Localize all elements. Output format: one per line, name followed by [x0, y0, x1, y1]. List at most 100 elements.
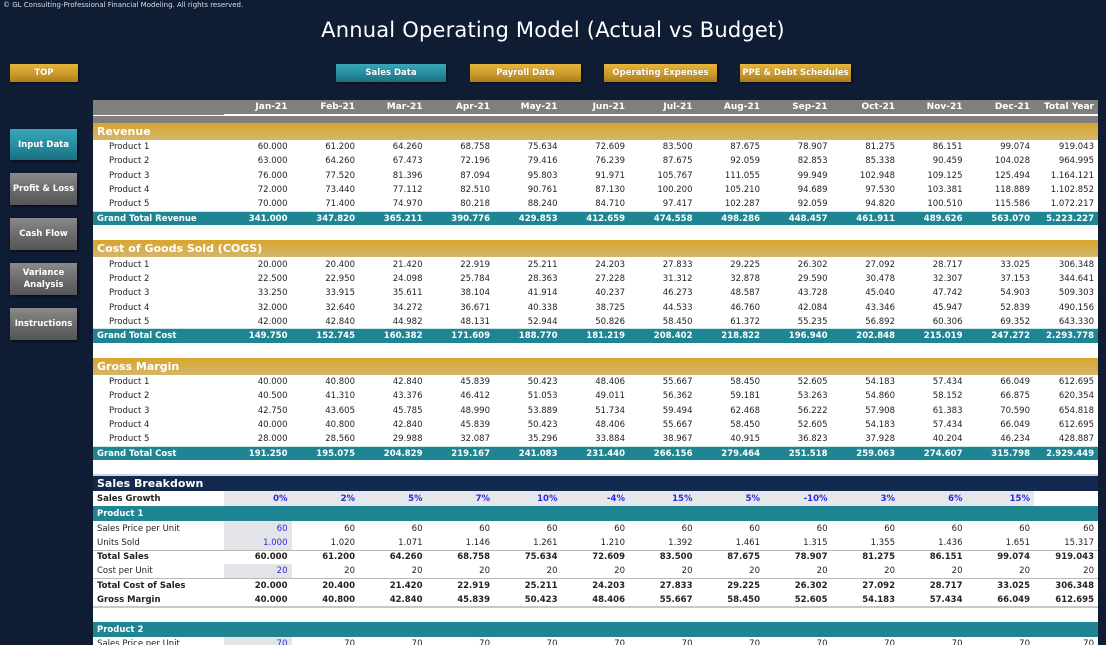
value-cell: 61.200 [325, 142, 355, 153]
growth-input[interactable]: 0% [224, 491, 292, 507]
tab-ppe-debt-schedules[interactable]: PPE & Debt Schedules [740, 64, 851, 82]
growth-input[interactable]: -4% [561, 491, 629, 507]
value-cell: 57.434 [932, 377, 963, 388]
tab-payroll-data[interactable]: Payroll Data [470, 64, 581, 82]
value-cell: 97.417 [662, 199, 693, 210]
value-cell: 82.853 [797, 156, 828, 167]
value-cell: 620.354 [1058, 391, 1094, 402]
input-cell[interactable]: 60 [224, 521, 292, 536]
value-cell: 60 [1083, 523, 1094, 534]
sidebar-item-input-data[interactable]: Input Data [10, 129, 77, 160]
value-cell: 29.225 [696, 578, 764, 593]
value-cell: 45.839 [460, 420, 490, 430]
value-cell: 42.840 [392, 420, 423, 430]
product1-header: Product 1 [93, 506, 1098, 522]
value-cell: 51.734 [595, 405, 625, 416]
spacer [93, 460, 1098, 476]
growth-input[interactable]: 7% [426, 491, 494, 507]
total-cell: 219.167 [426, 445, 494, 461]
value-cell: 58.450 [730, 377, 760, 388]
total-cell: 196.940 [764, 328, 832, 343]
sidebar-item-instructions[interactable]: Instructions [10, 308, 77, 340]
growth-input[interactable]: 2% [291, 491, 359, 507]
value-cell: 95.803 [527, 170, 558, 181]
value-cell: 45.040 [865, 288, 895, 299]
value-cell: 87.675 [730, 142, 760, 153]
row-label: Product 2 [109, 156, 150, 167]
value-cell: 60 [479, 523, 490, 534]
growth-input[interactable]: 15% [966, 491, 1034, 507]
column-header: Apr-21 [426, 100, 494, 116]
value-cell: 70 [344, 639, 355, 645]
input-cell[interactable]: 70 [224, 637, 292, 645]
growth-input[interactable]: 5% [359, 491, 427, 507]
product1-cost-unit-row: Cost per Unit 20 20 20 20 20 20 20 20 20 20 20 20 20 [93, 564, 1098, 579]
value-cell: 1.146 [465, 537, 490, 548]
value-cell: 66.049 [1000, 420, 1030, 430]
growth-input[interactable]: 15% [629, 491, 697, 507]
value-cell: 43.376 [392, 391, 423, 402]
column-header: Oct-21 [831, 100, 899, 116]
tab-operating-expenses[interactable]: Operating Expenses [604, 64, 717, 82]
value-cell: 21.420 [359, 578, 427, 593]
total-cell: 341.000 [224, 210, 292, 226]
sidebar-item-variance-analysis[interactable]: Variance Analysis [10, 263, 77, 295]
cogs-row: Product 2 22.500 22.950 24.098 25.784 28.363 2… [93, 272, 1098, 286]
value-cell: 37.928 [865, 434, 895, 445]
value-cell: 40.204 [932, 434, 963, 445]
value-cell: 27.092 [865, 259, 895, 270]
sidebar-item-profit-loss[interactable]: Profit & Loss [10, 173, 77, 205]
value-cell: 24.203 [561, 578, 629, 593]
value-cell: 22.500 [257, 273, 288, 284]
value-cell: 20.000 [224, 578, 292, 593]
total-cell: 448.457 [764, 210, 832, 226]
value-cell: 612.695 [1034, 592, 1098, 609]
column-header: Aug-21 [696, 100, 764, 116]
value-cell: 509.303 [1058, 288, 1094, 299]
value-cell: 29.225 [730, 259, 760, 270]
total-cell: 266.156 [629, 445, 697, 461]
value-cell: 20 [546, 566, 558, 577]
value-cell: 31.312 [662, 273, 693, 284]
value-cell: 22.919 [426, 578, 494, 593]
value-cell: 77.520 [325, 170, 355, 181]
column-header: Total Year [1034, 100, 1098, 116]
header-spacer-row [93, 115, 1098, 123]
growth-input[interactable]: 3% [831, 491, 899, 507]
value-cell: 74.970 [392, 199, 423, 210]
growth-input[interactable]: 10% [494, 491, 562, 507]
value-cell: 25.784 [460, 273, 490, 284]
sidebar-item-cash-flow[interactable]: Cash Flow [10, 218, 77, 250]
value-cell: 66.875 [1000, 391, 1030, 402]
value-cell: 99.074 [1000, 142, 1030, 153]
row-label: Sales Growth [97, 493, 161, 504]
value-cell: 27.228 [595, 273, 625, 284]
value-cell: 42.750 [257, 405, 288, 416]
spacer [93, 342, 1098, 358]
input-cell[interactable]: 1.000 [224, 535, 292, 551]
value-cell: 33.884 [595, 434, 625, 445]
value-cell: 43.605 [325, 405, 355, 416]
section-title: Gross Margin [93, 357, 1098, 375]
header-spacer [93, 115, 1098, 123]
total-cell: 390.776 [426, 210, 494, 226]
margin-row: Product 2 40.500 41.310 43.376 46.412 51.053 4… [93, 389, 1098, 403]
tab-sales-data[interactable]: Sales Data [336, 64, 446, 82]
growth-input[interactable]: -10% [764, 491, 832, 507]
value-cell: 49.011 [595, 391, 625, 402]
value-cell: 70 [411, 639, 423, 645]
growth-input[interactable]: 6% [899, 491, 967, 507]
value-cell: 60 [816, 523, 828, 534]
total-cell: 215.019 [899, 328, 967, 343]
value-cell: 48.406 [595, 377, 625, 388]
total-cell: 474.558 [629, 210, 697, 226]
input-cell[interactable]: 20 [224, 564, 292, 579]
value-cell: 60 [411, 523, 423, 534]
row-label: Sales Price per Unit [97, 523, 180, 534]
column-header-row: Jan-21 Feb-21 Mar-21 Apr-21 May-21 Jun-21 Jul-… [93, 100, 1098, 116]
top-button[interactable]: TOP [10, 64, 78, 82]
value-cell: 20 [951, 566, 963, 577]
value-cell: 33.915 [325, 288, 355, 299]
value-cell: 75.634 [527, 142, 558, 153]
growth-input[interactable]: 5% [696, 491, 764, 507]
